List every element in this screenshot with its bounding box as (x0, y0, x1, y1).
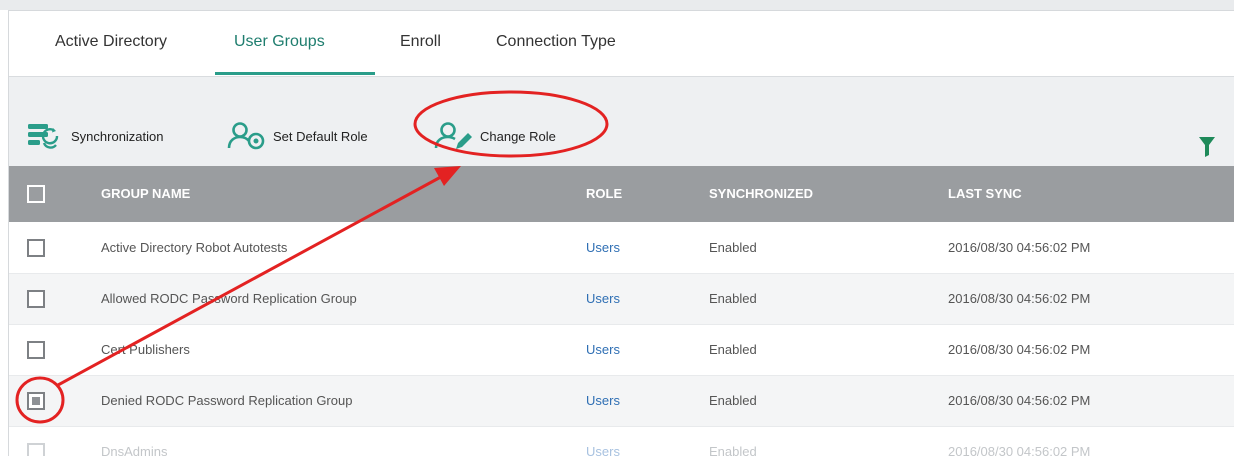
app-window: Active Directory User Groups Enroll Conn… (0, 0, 1234, 456)
column-header-last-sync[interactable]: LAST SYNC (948, 186, 1022, 201)
toolbar: Synchronization Set Default Role Change … (9, 77, 1234, 175)
set-default-role-button[interactable]: Set Default Role (227, 118, 368, 154)
last-sync: 2016/08/30 04:56:02 PM (948, 342, 1091, 357)
group-name: Active Directory Robot Autotests (101, 240, 288, 255)
group-name: Denied RODC Password Replication Group (101, 393, 353, 408)
tab-user-groups[interactable]: User Groups (234, 33, 325, 51)
change-role-label: Change Role (480, 128, 556, 144)
tab-active-directory[interactable]: Active Directory (55, 33, 167, 51)
tab-connection-type[interactable]: Connection Type (496, 33, 616, 51)
role-link[interactable]: Users (586, 393, 620, 408)
select-all-checkbox[interactable] (27, 185, 45, 203)
table-row[interactable]: Cert Publishers Users Enabled 2016/08/30… (9, 325, 1234, 376)
table-row[interactable]: Allowed RODC Password Replication Group … (9, 274, 1234, 325)
row-checkbox[interactable] (27, 239, 45, 257)
tab-bar: Active Directory User Groups Enroll Conn… (9, 11, 1234, 77)
row-checkbox[interactable] (27, 392, 45, 410)
group-name: Cert Publishers (101, 342, 190, 357)
set-default-role-label: Set Default Role (273, 128, 368, 144)
row-checkbox[interactable] (27, 341, 45, 359)
sync-status: Enabled (709, 393, 757, 408)
sync-icon (27, 121, 65, 151)
row-checkbox[interactable] (27, 443, 45, 456)
table-row[interactable]: DnsAdmins Users Enabled 2016/08/30 04:56… (9, 427, 1234, 456)
user-groups-panel: Active Directory User Groups Enroll Conn… (8, 10, 1234, 456)
group-name: Allowed RODC Password Replication Group (101, 291, 357, 306)
last-sync: 2016/08/30 04:56:02 PM (948, 393, 1091, 408)
sync-status: Enabled (709, 342, 757, 357)
change-role-button[interactable]: Change Role (434, 118, 556, 154)
synchronization-button[interactable]: Synchronization (27, 118, 164, 154)
column-header-role[interactable]: ROLE (586, 186, 622, 201)
row-checkbox[interactable] (27, 290, 45, 308)
table-row[interactable]: Active Directory Robot Autotests Users E… (9, 223, 1234, 274)
sync-status: Enabled (709, 444, 757, 456)
role-link[interactable]: Users (586, 291, 620, 306)
tab-enroll[interactable]: Enroll (400, 33, 441, 51)
top-strip (0, 0, 1234, 10)
synchronization-label: Synchronization (71, 128, 164, 144)
user-role-icon (227, 120, 267, 152)
active-tab-underline (215, 72, 375, 75)
role-link[interactable]: Users (586, 240, 620, 255)
table-header: GROUP NAME ROLE SYNCHRONIZED LAST SYNC (9, 166, 1234, 222)
role-link[interactable]: Users (586, 444, 620, 456)
table-row[interactable]: Denied RODC Password Replication Group U… (9, 376, 1234, 427)
sync-status: Enabled (709, 291, 757, 306)
column-header-group-name[interactable]: GROUP NAME (101, 186, 190, 201)
last-sync: 2016/08/30 04:56:02 PM (948, 291, 1091, 306)
sync-status: Enabled (709, 240, 757, 255)
filter-icon[interactable] (1199, 137, 1215, 162)
column-header-synchronized[interactable]: SYNCHRONIZED (709, 186, 813, 201)
role-link[interactable]: Users (586, 342, 620, 357)
last-sync: 2016/08/30 04:56:02 PM (948, 444, 1091, 456)
user-edit-icon (434, 120, 474, 152)
last-sync: 2016/08/30 04:56:02 PM (948, 240, 1091, 255)
group-name: DnsAdmins (101, 444, 168, 456)
